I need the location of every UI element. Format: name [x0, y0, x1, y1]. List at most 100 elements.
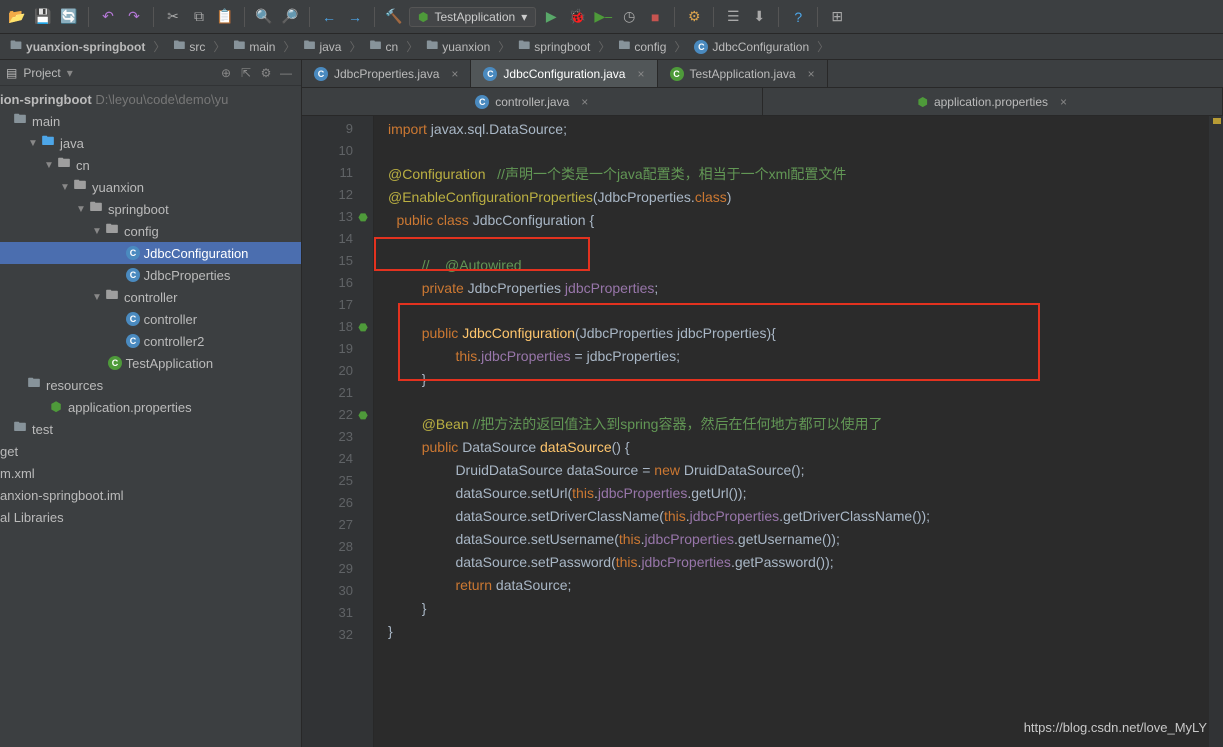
package-icon: 🖿 [104, 220, 120, 242]
crumb-sep: 〉 [817, 38, 829, 55]
tree-appprops[interactable]: ⬢application.properties [0, 396, 301, 418]
tree-iml[interactable]: anxion-springboot.iml [0, 484, 301, 506]
package-icon: 🖿 [56, 154, 72, 176]
back-icon[interactable]: ← [318, 6, 340, 28]
run-icon[interactable]: ▶ [540, 6, 562, 28]
tree-root[interactable]: ion-springboot D:\leyou\code\demo\yu [0, 88, 301, 110]
redo-icon[interactable]: ↷ [123, 6, 145, 28]
tree-java[interactable]: ▼🖿java [0, 132, 301, 154]
tab-jdbcproperties[interactable]: CJdbcProperties.java× [302, 60, 471, 87]
close-icon[interactable]: × [581, 95, 588, 109]
tree-mxml[interactable]: m.xml [0, 462, 301, 484]
tree-jdbcproperties[interactable]: C JdbcProperties [0, 264, 301, 286]
gutter-nav-icon[interactable]: ⬣ [356, 317, 370, 339]
coverage-icon[interactable]: ▶⎯ [592, 6, 614, 28]
tree-cn[interactable]: ▼🖿cn [0, 154, 301, 176]
replace-icon[interactable]: 🔎 [279, 6, 301, 28]
run-config-dropdown[interactable]: ⬢ TestApplication ▾ [409, 7, 536, 27]
tree-controller2-class[interactable]: C controller2 [0, 330, 301, 352]
paste-icon[interactable]: 📋 [214, 6, 236, 28]
package-icon: 🖿 [88, 198, 104, 220]
project-tree: ion-springboot D:\leyou\code\demo\yu 🖿ma… [0, 86, 301, 528]
collapse-icon[interactable]: ⇱ [237, 64, 255, 82]
folder-icon: 🖿 [369, 36, 381, 57]
undo-icon[interactable]: ↶ [97, 6, 119, 28]
structure-icon[interactable]: ☰ [722, 6, 744, 28]
code-wrap: 9101112131415161718192021222324252627282… [302, 116, 1223, 747]
code-editor[interactable]: import javax.sql.DataSource; @Configurat… [374, 116, 1223, 747]
build-icon[interactable]: 🔨 [383, 6, 405, 28]
close-icon[interactable]: × [637, 67, 644, 81]
sync-icon[interactable]: 🔄 [58, 6, 80, 28]
watermark: https://blog.csdn.net/love_MyLY [1024, 720, 1207, 735]
crumb-cn[interactable]: 🖿cn [365, 34, 402, 59]
crumb-java[interactable]: 🖿java [299, 34, 345, 59]
close-icon[interactable]: × [808, 67, 815, 81]
highlight-constructor [398, 303, 1040, 381]
tree-yuanxion[interactable]: ▼🖿yuanxion [0, 176, 301, 198]
crumb-src[interactable]: 🖿src [169, 34, 209, 59]
debug-icon[interactable]: 🐞 [566, 6, 588, 28]
stop-icon[interactable]: ■ [644, 6, 666, 28]
warning-marker[interactable] [1213, 118, 1221, 124]
tree-main[interactable]: 🖿main [0, 110, 301, 132]
separator [153, 7, 154, 27]
gear-icon[interactable]: ⚙ [257, 64, 275, 82]
class-icon: C [126, 334, 140, 348]
package-icon: 🖿 [104, 286, 120, 308]
download-icon[interactable]: ⬇ [748, 6, 770, 28]
project-sidebar: ▤ Project ▾ ⊕ ⇱ ⚙ — ion-springboot D:\le… [0, 60, 302, 747]
crumb-class[interactable]: CJdbcConfiguration [690, 38, 813, 56]
crumb-main[interactable]: 🖿main [229, 34, 279, 59]
gutter[interactable]: 9101112131415161718192021222324252627282… [302, 116, 374, 747]
folder-icon: 🖿 [518, 36, 530, 57]
tab-controller[interactable]: Ccontroller.java× [302, 88, 763, 115]
tab-jdbcconfiguration[interactable]: CJdbcConfiguration.java× [471, 60, 657, 87]
close-icon[interactable]: × [451, 67, 458, 81]
gutter-nav-icon[interactable]: ⬣ [356, 207, 370, 229]
crumb-sep: 〉 [406, 38, 418, 55]
open-icon[interactable]: 📂 [6, 6, 28, 28]
close-icon[interactable]: × [1060, 95, 1067, 109]
tree-controller-class[interactable]: C controller [0, 308, 301, 330]
crumb-config[interactable]: 🖿config [614, 34, 670, 59]
tree-springboot[interactable]: ▼🖿springboot [0, 198, 301, 220]
git-icon[interactable]: ⚙ [683, 6, 705, 28]
target-icon[interactable]: ⊕ [217, 64, 235, 82]
gutter-nav-icon[interactable]: ⬣ [356, 405, 370, 427]
tree-get[interactable]: get [0, 440, 301, 462]
find-icon[interactable]: 🔍 [253, 6, 275, 28]
crumb-springboot[interactable]: 🖿springboot [514, 34, 594, 59]
cut-icon[interactable]: ✂ [162, 6, 184, 28]
crumb-project[interactable]: 🖿yuanxion-springboot [6, 34, 149, 59]
switch-icon[interactable]: ⊞ [826, 6, 848, 28]
tab-testapplication[interactable]: CTestApplication.java× [658, 60, 828, 87]
chevron-down-icon: ▼ [42, 160, 56, 171]
tab-appprops[interactable]: ⬢application.properties× [763, 88, 1223, 115]
copy-icon[interactable]: ⧉ [188, 6, 210, 28]
tree-libs[interactable]: al Libraries [0, 506, 301, 528]
separator [309, 7, 310, 27]
chevron-down-icon[interactable]: ▾ [67, 66, 73, 80]
minimap[interactable] [1209, 116, 1223, 747]
hide-icon[interactable]: — [277, 64, 295, 82]
tree-test[interactable]: 🖿test [0, 418, 301, 440]
crumb-yuanxion[interactable]: 🖿yuanxion [422, 34, 494, 59]
class-runnable-icon: C [108, 356, 122, 370]
help-icon[interactable]: ? [787, 6, 809, 28]
profile-icon[interactable]: ◷ [618, 6, 640, 28]
crumb-sep: 〉 [283, 38, 295, 55]
chevron-down-icon: ▼ [90, 292, 104, 303]
tree-testapplication[interactable]: C TestApplication [0, 352, 301, 374]
save-icon[interactable]: 💾 [32, 6, 54, 28]
tree-controller-pkg[interactable]: ▼🖿controller [0, 286, 301, 308]
forward-icon[interactable]: → [344, 6, 366, 28]
tree-config[interactable]: ▼🖿config [0, 220, 301, 242]
tree-resources[interactable]: 🖿resources [0, 374, 301, 396]
tab-row-1: CJdbcProperties.java× CJdbcConfiguration… [302, 60, 1223, 88]
properties-icon: ⬢ [48, 399, 64, 415]
chevron-down-icon: ▾ [521, 10, 527, 24]
tree-jdbcconfiguration[interactable]: C JdbcConfiguration [0, 242, 301, 264]
project-icon: ▤ [6, 66, 17, 80]
breadcrumb: 🖿yuanxion-springboot 〉 🖿src 〉 🖿main 〉 🖿j… [0, 34, 1223, 60]
